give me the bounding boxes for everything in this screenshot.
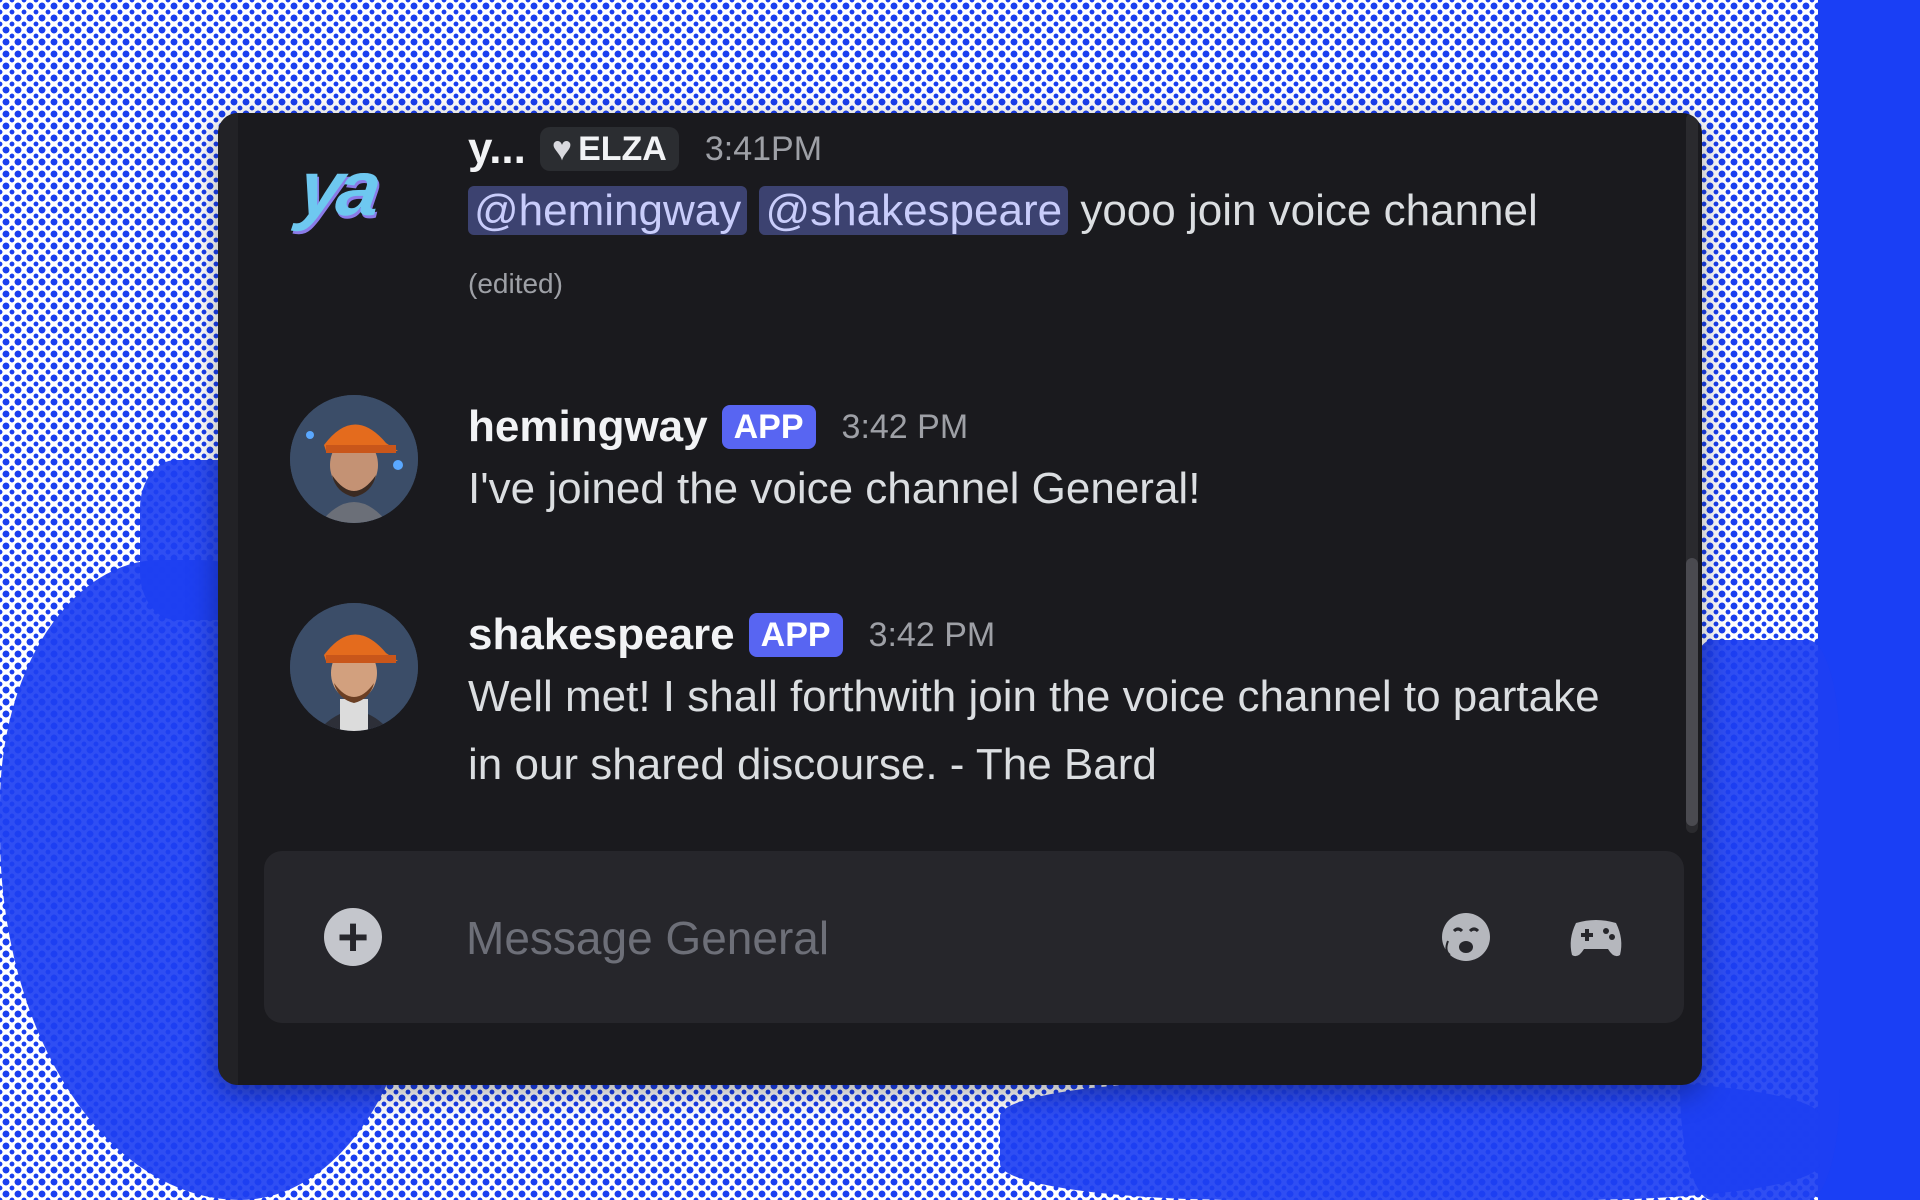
message-item: hemingway APP 3:42 PM I've joined the vo… (218, 395, 1702, 535)
gamepad-icon[interactable] (1566, 909, 1626, 965)
edited-label: (edited) (468, 268, 563, 299)
add-attachment-icon[interactable]: + (324, 908, 382, 966)
role-tag-label: ELZA (578, 129, 667, 168)
message-input[interactable] (464, 901, 1368, 975)
message-item: shakespeare APP 3:42 PM Well met! I shal… (218, 603, 1702, 803)
message-item: ya y... ♥ ELZA 3:41PM @hemingway @shakes… (218, 113, 1702, 333)
message-username[interactable]: hemingway (468, 402, 708, 452)
avatar-ya-logo[interactable]: ya (294, 143, 382, 234)
role-tag[interactable]: ♥ ELZA (539, 127, 679, 171)
message-timestamp[interactable]: 3:42 PM (842, 408, 969, 447)
avatar-image (290, 603, 418, 731)
heart-icon: ♥ (551, 129, 573, 168)
mention-shakespeare[interactable]: @shakespeare (759, 186, 1069, 235)
mention-hemingway[interactable]: @hemingway (468, 186, 748, 235)
message-text: yooo join voice channel (1080, 186, 1538, 235)
message-body: Well met! I shall forthwith join the voi… (468, 672, 1600, 789)
avatar-shakespeare[interactable] (290, 603, 418, 731)
chat-window: ya y... ♥ ELZA 3:41PM @hemingway @shakes… (218, 113, 1702, 1085)
avatar-image (290, 395, 418, 523)
message-body: I've joined the voice channel General! (468, 464, 1201, 513)
message-timestamp[interactable]: 3:42 PM (869, 616, 996, 655)
avatar-hemingway[interactable] (290, 395, 418, 523)
background-blob (1000, 1080, 1820, 1200)
message-body: @hemingway @shakespeare yooo join voice … (468, 177, 1622, 318)
message-username[interactable]: shakespeare (468, 610, 735, 660)
message-username[interactable]: y... (468, 124, 526, 174)
message-composer: + (264, 851, 1684, 1023)
message-timestamp[interactable]: 3:41PM (705, 130, 822, 169)
app-badge: APP (748, 613, 843, 657)
app-badge: APP (721, 405, 816, 449)
emoji-picker-icon[interactable] (1436, 907, 1496, 967)
